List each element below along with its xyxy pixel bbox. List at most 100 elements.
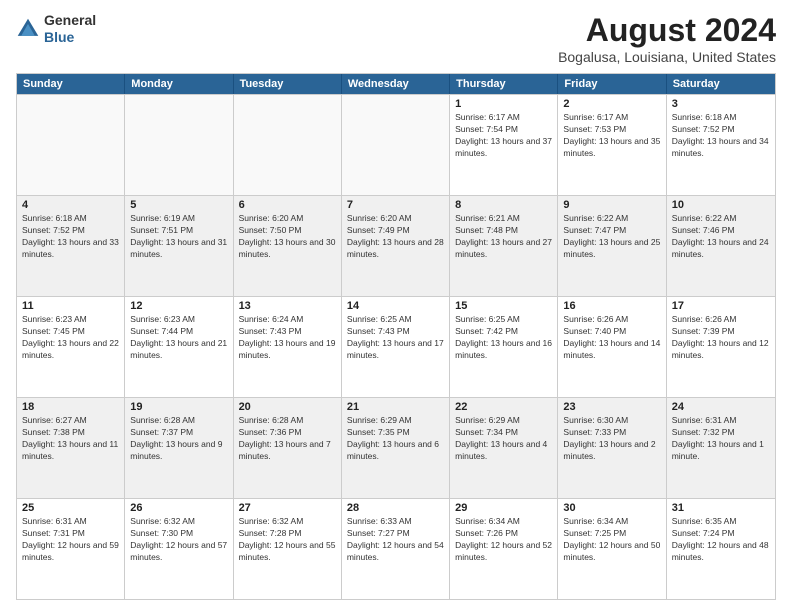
day-info: Sunrise: 6:33 AMSunset: 7:27 PMDaylight:… <box>347 516 444 564</box>
day-number: 10 <box>672 199 770 211</box>
day-cell-30: 30 Sunrise: 6:34 AMSunset: 7:25 PMDayligh… <box>558 499 666 599</box>
day-cell-26: 26 Sunrise: 6:32 AMSunset: 7:30 PMDayligh… <box>125 499 233 599</box>
day-cell-31: 31Sunrise: 6:35 AMSunset: 7:24 PMDayligh… <box>667 499 775 599</box>
week-row-3: 11 Sunrise: 6:23 AMSunset: 7:45 PMDayligh… <box>17 296 775 397</box>
header-day-tuesday: Tuesday <box>234 74 342 94</box>
empty-cell <box>342 95 450 195</box>
day-cell-10: 10 Sunrise: 6:22 AMSunset: 7:46 PMDayligh… <box>667 196 775 296</box>
day-info: Sunrise: 6:32 AMSunset: 7:30 PMDaylight:… <box>130 516 227 564</box>
calendar-header: SundayMondayTuesdayWednesdayThursdayFrid… <box>17 74 775 94</box>
day-number: 21 <box>347 401 444 413</box>
day-number: 2 <box>563 98 660 110</box>
day-number: 4 <box>22 199 119 211</box>
day-number: 9 <box>563 199 660 211</box>
day-info: Sunrise: 6:31 AMSunset: 7:31 PMDaylight:… <box>22 516 119 564</box>
month-title: August 2024 <box>558 12 776 49</box>
day-number: 3 <box>672 98 770 110</box>
logo-icon <box>16 17 40 41</box>
day-cell-23: 23 Sunrise: 6:30 AMSunset: 7:33 PMDayligh… <box>558 398 666 498</box>
week-row-2: 4 Sunrise: 6:18 AMSunset: 7:52 PMDaylight… <box>17 195 775 296</box>
day-info: Sunrise: 6:31 AMSunset: 7:32 PMDaylight:… <box>672 415 770 463</box>
day-info: Sunrise: 6:20 AMSunset: 7:49 PMDaylight:… <box>347 213 444 261</box>
header-day-friday: Friday <box>558 74 666 94</box>
day-number: 30 <box>563 502 660 514</box>
day-cell-13: 13 Sunrise: 6:24 AMSunset: 7:43 PMDayligh… <box>234 297 342 397</box>
day-number: 12 <box>130 300 227 312</box>
day-cell-22: 22Sunrise: 6:29 AMSunset: 7:34 PMDayligh… <box>450 398 558 498</box>
day-cell-15: 15 Sunrise: 6:25 AMSunset: 7:42 PMDayligh… <box>450 297 558 397</box>
day-number: 23 <box>563 401 660 413</box>
day-info: Sunrise: 6:22 AMSunset: 7:47 PMDaylight:… <box>563 213 660 261</box>
day-info: Sunrise: 6:27 AMSunset: 7:38 PMDaylight:… <box>22 415 119 463</box>
day-number: 28 <box>347 502 444 514</box>
header: General Blue August 2024 Bogalusa, Louis… <box>16 12 776 65</box>
day-cell-25: 25 Sunrise: 6:31 AMSunset: 7:31 PMDayligh… <box>17 499 125 599</box>
day-cell-3: 3Sunrise: 6:18 AMSunset: 7:52 PMDaylight… <box>667 95 775 195</box>
empty-cell <box>125 95 233 195</box>
header-day-wednesday: Wednesday <box>342 74 450 94</box>
page: General Blue August 2024 Bogalusa, Louis… <box>0 0 792 612</box>
day-cell-9: 9 Sunrise: 6:22 AMSunset: 7:47 PMDaylight… <box>558 196 666 296</box>
day-number: 25 <box>22 502 119 514</box>
day-number: 22 <box>455 401 552 413</box>
day-number: 15 <box>455 300 552 312</box>
day-number: 5 <box>130 199 227 211</box>
day-info: Sunrise: 6:34 AMSunset: 7:25 PMDaylight:… <box>563 516 660 564</box>
title-block: August 2024 Bogalusa, Louisiana, United … <box>558 12 776 65</box>
day-number: 16 <box>563 300 660 312</box>
day-number: 29 <box>455 502 552 514</box>
day-number: 11 <box>22 300 119 312</box>
logo-text: General Blue <box>44 12 96 46</box>
day-cell-7: 7Sunrise: 6:20 AMSunset: 7:49 PMDaylight… <box>342 196 450 296</box>
day-cell-24: 24 Sunrise: 6:31 AMSunset: 7:32 PMDayligh… <box>667 398 775 498</box>
week-row-4: 18 Sunrise: 6:27 AMSunset: 7:38 PMDayligh… <box>17 397 775 498</box>
empty-cell <box>234 95 342 195</box>
day-cell-19: 19Sunrise: 6:28 AMSunset: 7:37 PMDayligh… <box>125 398 233 498</box>
day-number: 17 <box>672 300 770 312</box>
day-cell-18: 18 Sunrise: 6:27 AMSunset: 7:38 PMDayligh… <box>17 398 125 498</box>
day-number: 18 <box>22 401 119 413</box>
day-info: Sunrise: 6:26 AMSunset: 7:39 PMDaylight:… <box>672 314 770 362</box>
day-info: Sunrise: 6:24 AMSunset: 7:43 PMDaylight:… <box>239 314 336 362</box>
day-number: 31 <box>672 502 770 514</box>
day-cell-1: 1Sunrise: 6:17 AMSunset: 7:54 PMDaylight… <box>450 95 558 195</box>
day-cell-12: 12 Sunrise: 6:23 AMSunset: 7:44 PMDayligh… <box>125 297 233 397</box>
day-info: Sunrise: 6:18 AMSunset: 7:52 PMDaylight:… <box>22 213 119 261</box>
day-cell-8: 8Sunrise: 6:21 AMSunset: 7:48 PMDaylight… <box>450 196 558 296</box>
day-info: Sunrise: 6:26 AMSunset: 7:40 PMDaylight:… <box>563 314 660 362</box>
day-info: Sunrise: 6:32 AMSunset: 7:28 PMDaylight:… <box>239 516 336 564</box>
day-info: Sunrise: 6:23 AMSunset: 7:44 PMDaylight:… <box>130 314 227 362</box>
calendar-body: 1Sunrise: 6:17 AMSunset: 7:54 PMDaylight… <box>17 94 775 599</box>
day-number: 26 <box>130 502 227 514</box>
day-cell-5: 5 Sunrise: 6:19 AMSunset: 7:51 PMDaylight… <box>125 196 233 296</box>
logo-blue: Blue <box>44 29 74 45</box>
day-info: Sunrise: 6:19 AMSunset: 7:51 PMDaylight:… <box>130 213 227 261</box>
day-number: 1 <box>455 98 552 110</box>
day-info: Sunrise: 6:25 AMSunset: 7:42 PMDaylight:… <box>455 314 552 362</box>
day-number: 6 <box>239 199 336 211</box>
location: Bogalusa, Louisiana, United States <box>558 49 776 65</box>
day-info: Sunrise: 6:17 AMSunset: 7:53 PMDaylight:… <box>563 112 660 160</box>
day-cell-17: 17 Sunrise: 6:26 AMSunset: 7:39 PMDayligh… <box>667 297 775 397</box>
day-info: Sunrise: 6:29 AMSunset: 7:35 PMDaylight:… <box>347 415 444 463</box>
header-day-monday: Monday <box>125 74 233 94</box>
empty-cell <box>17 95 125 195</box>
day-info: Sunrise: 6:30 AMSunset: 7:33 PMDaylight:… <box>563 415 660 463</box>
logo-general: General <box>44 12 96 28</box>
day-number: 13 <box>239 300 336 312</box>
day-cell-29: 29Sunrise: 6:34 AMSunset: 7:26 PMDayligh… <box>450 499 558 599</box>
day-info: Sunrise: 6:23 AMSunset: 7:45 PMDaylight:… <box>22 314 119 362</box>
day-info: Sunrise: 6:28 AMSunset: 7:37 PMDaylight:… <box>130 415 227 463</box>
day-info: Sunrise: 6:22 AMSunset: 7:46 PMDaylight:… <box>672 213 770 261</box>
day-info: Sunrise: 6:28 AMSunset: 7:36 PMDaylight:… <box>239 415 336 463</box>
header-day-thursday: Thursday <box>450 74 558 94</box>
week-row-5: 25 Sunrise: 6:31 AMSunset: 7:31 PMDayligh… <box>17 498 775 599</box>
day-number: 27 <box>239 502 336 514</box>
logo: General Blue <box>16 12 96 46</box>
week-row-1: 1Sunrise: 6:17 AMSunset: 7:54 PMDaylight… <box>17 94 775 195</box>
day-cell-21: 21 Sunrise: 6:29 AMSunset: 7:35 PMDayligh… <box>342 398 450 498</box>
day-number: 24 <box>672 401 770 413</box>
day-cell-28: 28 Sunrise: 6:33 AMSunset: 7:27 PMDayligh… <box>342 499 450 599</box>
day-number: 14 <box>347 300 444 312</box>
day-number: 20 <box>239 401 336 413</box>
